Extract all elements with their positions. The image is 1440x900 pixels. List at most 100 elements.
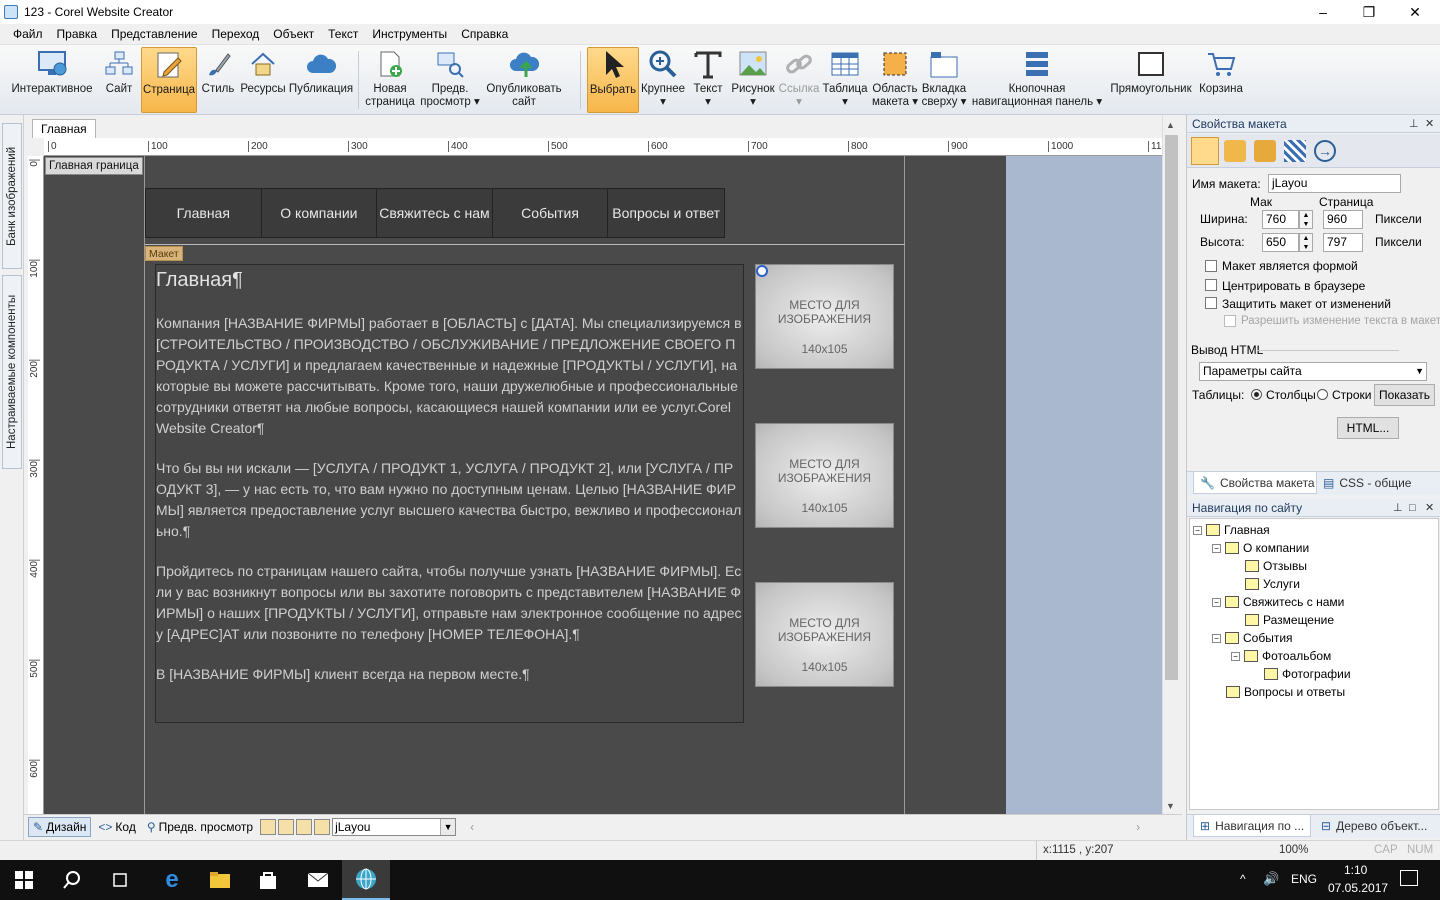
edge-button[interactable]: e xyxy=(148,860,196,900)
cart-button[interactable]: Корзина xyxy=(1196,47,1246,113)
store-button[interactable] xyxy=(244,860,292,900)
css-icon[interactable] xyxy=(314,818,331,835)
button-nav-bar-button[interactable]: Кнопочная навигационная панель ▾ xyxy=(970,47,1104,113)
scroll-left-icon[interactable]: ‹ xyxy=(470,820,474,834)
allow-text-checkbox[interactable] xyxy=(1224,315,1236,327)
menu-text[interactable]: Текст xyxy=(321,24,365,44)
columns-radio[interactable] xyxy=(1251,389,1262,400)
tree-icon[interactable] xyxy=(296,818,313,835)
image-placeholder[interactable]: МЕСТО ДЛЯ ИЗОБРАЖЕНИЯ 140x105 xyxy=(755,423,894,528)
image-placeholder[interactable]: МЕСТО ДЛЯ ИЗОБРАЖЕНИЯ 140x105 xyxy=(755,264,894,369)
interactive-button[interactable]: Интерактивное xyxy=(6,47,98,113)
menu-file[interactable]: Файл xyxy=(6,24,50,44)
style-button[interactable]: Стиль xyxy=(199,47,237,113)
custom-components-tab[interactable]: Настраиваемые компоненты xyxy=(2,275,22,469)
menu-edit[interactable]: Правка xyxy=(50,24,105,44)
width-page-input[interactable]: 960 xyxy=(1323,210,1363,229)
center-checkbox[interactable] xyxy=(1205,279,1217,291)
tree-item-reviews[interactable]: Отзывы xyxy=(1245,559,1307,573)
input-language[interactable]: ENG xyxy=(1291,872,1317,886)
collapse-icon[interactable]: − xyxy=(1212,597,1221,607)
width-spinner[interactable]: ▲ ▼ xyxy=(1299,210,1313,229)
corel-app-button[interactable] xyxy=(342,860,390,900)
content-text-box[interactable]: Главная¶ Компания [НАЗВАНИЕ ФИРМЫ] работ… xyxy=(155,264,744,723)
design-view-button[interactable]: ✎ Дизайн xyxy=(28,816,92,837)
tree-item-contact[interactable]: − Свяжитесь с нами xyxy=(1212,595,1344,609)
tree-item-about[interactable]: − О компании xyxy=(1212,541,1309,555)
task-view-button[interactable] xyxy=(96,860,144,900)
layout-icon[interactable] xyxy=(260,818,277,835)
tree-item-placement[interactable]: Размещение xyxy=(1245,613,1334,627)
start-button[interactable] xyxy=(0,860,48,900)
tree-item-services[interactable]: Услуги xyxy=(1245,577,1300,591)
tab-layout-props[interactable]: 🔧 Свойства макета xyxy=(1193,472,1317,494)
resources-button[interactable]: Ресурсы xyxy=(240,47,286,113)
pin-icon[interactable]: ⊥ xyxy=(1393,499,1403,517)
css-icon[interactable] xyxy=(1224,140,1246,162)
form-checkbox[interactable] xyxy=(1205,260,1217,272)
layout-area-button[interactable]: Область макета ▾ xyxy=(871,47,919,113)
styles-icon[interactable] xyxy=(1254,140,1276,162)
height-spinner[interactable]: ▲ ▼ xyxy=(1299,233,1313,252)
design-canvas[interactable]: Главная граница Главная О компании Свяжи… xyxy=(44,156,1162,814)
tree-item-photos[interactable]: Фотографии xyxy=(1264,667,1351,681)
tree-item-photoalbum[interactable]: − Фотоальбом xyxy=(1231,649,1331,663)
tab-site-nav[interactable]: ⊞ Навигация по ... xyxy=(1193,815,1311,837)
protect-checkbox[interactable] xyxy=(1205,297,1217,309)
tray-chevron-icon[interactable]: ^ xyxy=(1240,872,1246,886)
publish-site-button[interactable]: Опубликовать сайт xyxy=(484,47,564,113)
scroll-right-icon[interactable]: › xyxy=(1136,820,1140,834)
width-max-input[interactable]: 760 xyxy=(1262,210,1299,229)
html-output-select[interactable]: Параметры сайта ▼ xyxy=(1199,362,1427,381)
mail-button[interactable] xyxy=(294,860,342,900)
collapse-icon[interactable]: − xyxy=(1212,633,1221,643)
close-button[interactable]: ✕ xyxy=(1392,0,1438,24)
layout-select[interactable]: jLayou ▼ xyxy=(332,817,457,836)
rectangle-tool-button[interactable]: Прямоугольник xyxy=(1108,47,1194,113)
tree-item-home[interactable]: − Главная xyxy=(1193,523,1270,537)
menu-go[interactable]: Переход xyxy=(205,24,267,44)
grid-icon[interactable] xyxy=(278,818,295,835)
top-tab-button[interactable]: Вкладка сверху ▾ xyxy=(920,47,968,113)
image-bank-tab[interactable]: Банк изображений xyxy=(2,123,22,269)
collapse-icon[interactable]: − xyxy=(1231,651,1240,661)
properties-page-icon[interactable] xyxy=(1191,137,1219,165)
nav-button-faq[interactable]: Вопросы и ответ xyxy=(608,189,724,237)
site-button[interactable]: Сайт xyxy=(100,47,138,113)
menu-help[interactable]: Справка xyxy=(454,24,515,44)
close-icon[interactable]: ✕ xyxy=(1425,115,1434,133)
maximize-button[interactable]: ❐ xyxy=(1346,0,1392,24)
menu-tools[interactable]: Инструменты xyxy=(365,24,454,44)
collapse-icon[interactable]: − xyxy=(1212,543,1221,553)
tab-css-general[interactable]: ▤ CSS - общие xyxy=(1317,472,1439,494)
tab-object-tree[interactable]: ⊟ Дерево объект... xyxy=(1315,815,1439,837)
nav-button-contact[interactable]: Свяжитесь с нам xyxy=(377,189,493,237)
show-button[interactable]: Показать xyxy=(1374,384,1435,406)
new-page-button[interactable]: Новая страница xyxy=(364,47,416,113)
height-max-input[interactable]: 650 xyxy=(1262,233,1299,252)
text-tool-button[interactable]: Текст ▾ xyxy=(689,47,727,113)
explorer-button[interactable] xyxy=(196,860,244,900)
rows-radio[interactable] xyxy=(1317,389,1328,400)
arrow-right-icon[interactable]: → xyxy=(1314,140,1336,162)
site-navigation-bar[interactable]: Главная О компании Свяжитесь с нам Событ… xyxy=(145,188,725,238)
menu-object[interactable]: Объект xyxy=(266,24,321,44)
height-page-input[interactable]: 797 xyxy=(1323,233,1363,252)
menu-view[interactable]: Представление xyxy=(104,24,205,44)
nav-button-about[interactable]: О компании xyxy=(261,189,378,237)
collapse-icon[interactable]: − xyxy=(1193,525,1202,535)
pin-icon[interactable]: ⊥ xyxy=(1409,115,1419,133)
zoom-button[interactable]: Крупнее ▾ xyxy=(640,47,686,113)
layout-name-input[interactable]: jLayou xyxy=(1268,174,1401,193)
search-button[interactable] xyxy=(48,860,96,900)
code-view-button[interactable]: <> Код xyxy=(94,817,139,837)
scroll-up-icon[interactable]: ▲ xyxy=(1166,120,1175,130)
image-tool-button[interactable]: Рисунок ▾ xyxy=(729,47,777,113)
page-button[interactable]: Страница xyxy=(141,47,197,113)
tree-item-events[interactable]: − События xyxy=(1212,631,1293,645)
image-placeholder[interactable]: МЕСТО ДЛЯ ИЗОБРАЖЕНИЯ 140x105 xyxy=(755,582,894,687)
notifications-icon[interactable] xyxy=(1400,870,1418,886)
tree-item-faq[interactable]: Вопросы и ответы xyxy=(1226,685,1345,699)
pattern-icon[interactable] xyxy=(1284,140,1306,162)
minimize-button[interactable]: – xyxy=(1300,0,1346,24)
